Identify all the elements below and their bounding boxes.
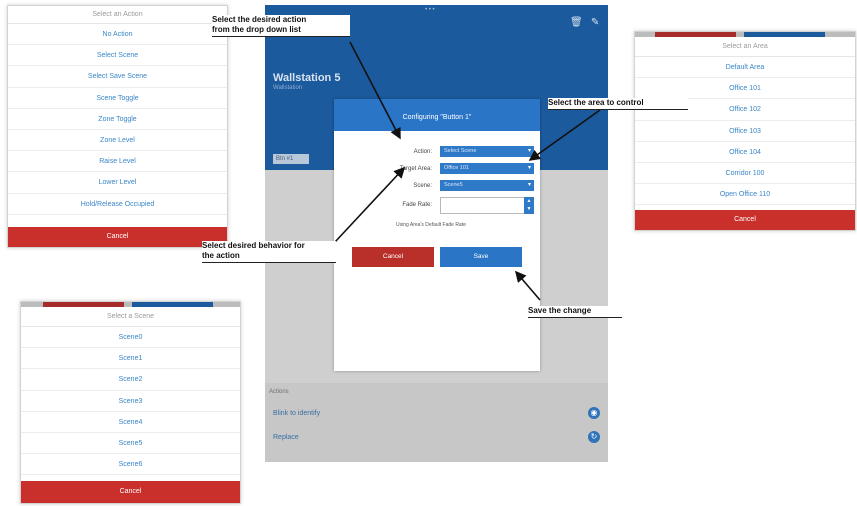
annotation-arrows bbox=[334, 41, 601, 301]
note-select-behavior: Select desired behavior for the action bbox=[202, 241, 336, 263]
arrow-save bbox=[514, 270, 541, 301]
note-select-area: Select the area to control bbox=[548, 98, 688, 110]
arrow-area bbox=[528, 109, 601, 161]
arrow-behavior bbox=[334, 166, 406, 243]
note-save-change: Save the change bbox=[528, 306, 622, 318]
arrow-action bbox=[349, 41, 401, 140]
note-select-action: Select the desired action from the drop … bbox=[212, 15, 350, 37]
